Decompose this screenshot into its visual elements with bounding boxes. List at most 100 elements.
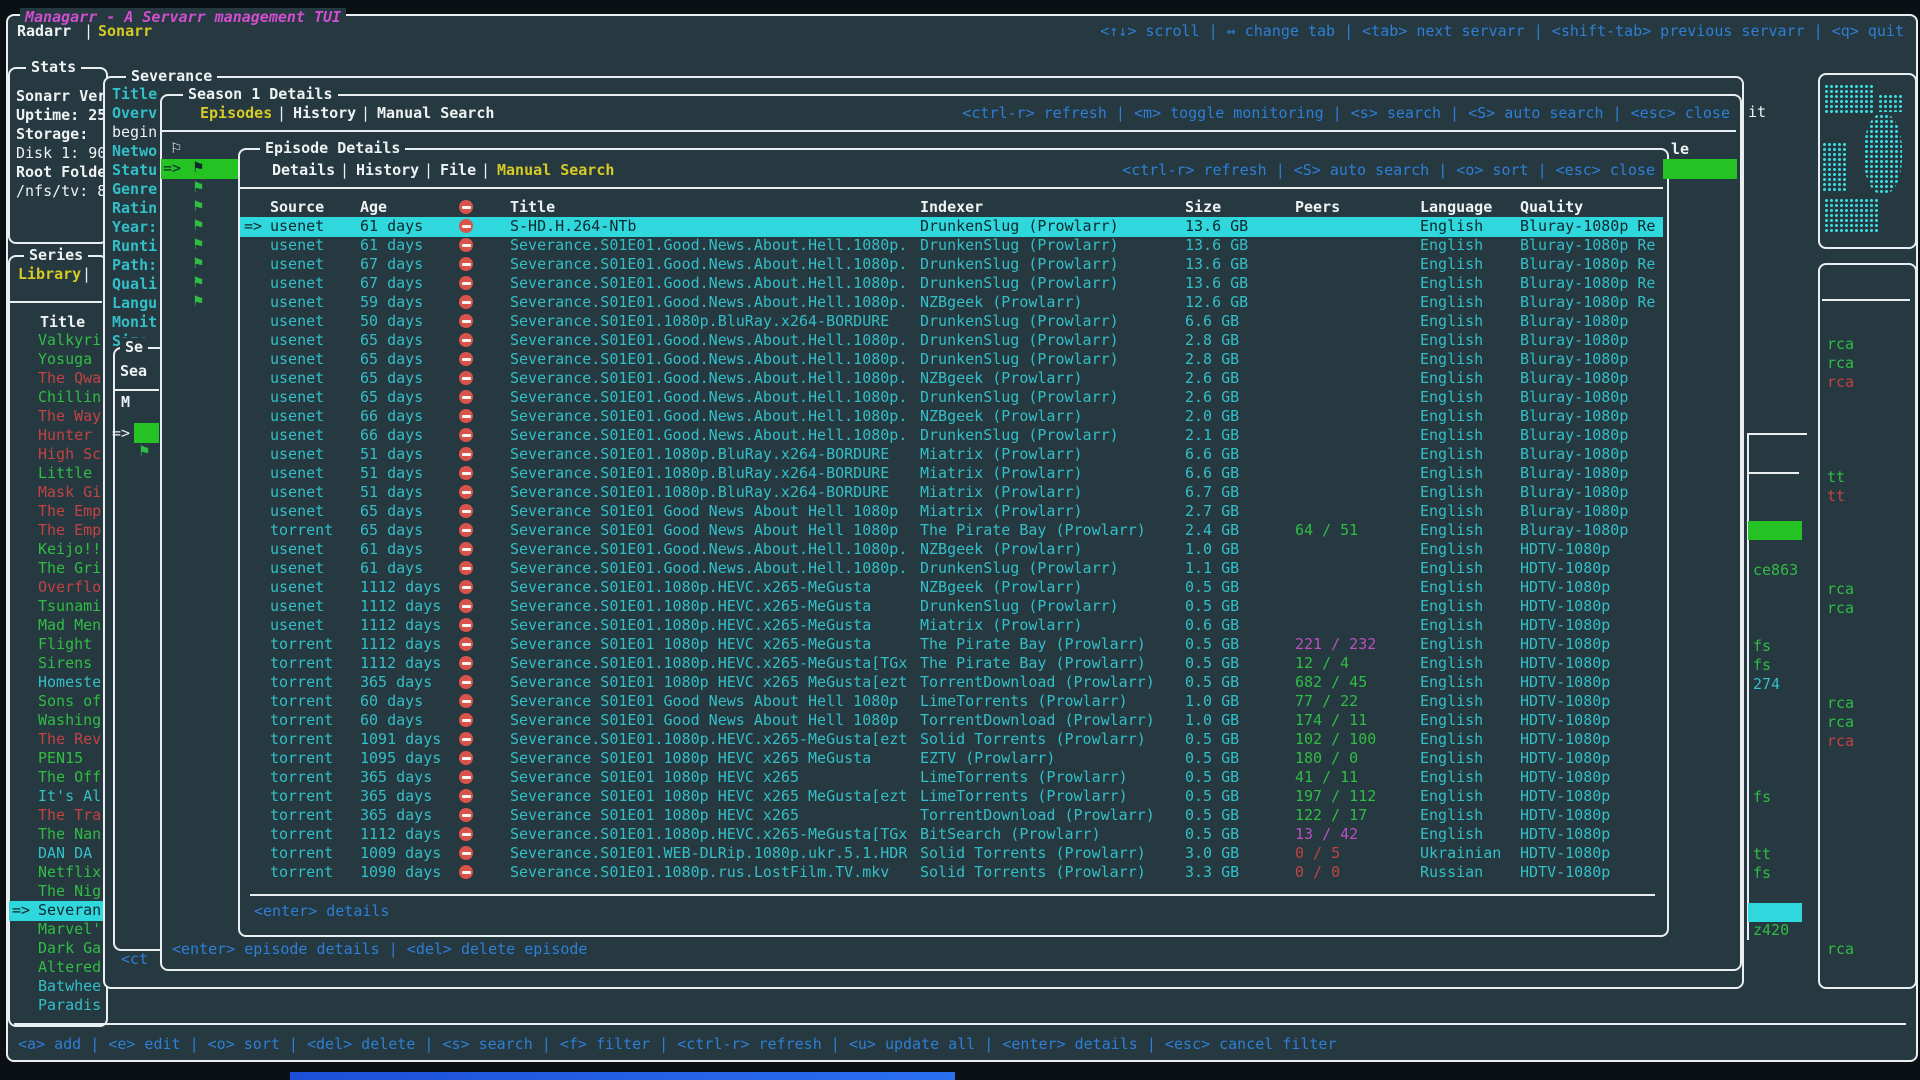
series-item[interactable]: Washing [9,711,103,731]
search-result-row[interactable]: torrent65 daysSeverance S01E01 Good News… [240,521,1663,541]
search-result-row[interactable]: usenet65 daysSeverance S01E01 Good News … [240,502,1663,522]
series-item[interactable]: Little [9,464,103,484]
series-item[interactable]: Tsunami [9,597,103,617]
series-item[interactable]: The Nig [9,882,103,902]
season-tab-history[interactable]: History [293,104,356,123]
series-item[interactable]: Sirens [9,654,103,674]
peers-cell: 221 / 232 [1295,635,1376,654]
series-item[interactable]: Paradis [9,996,103,1016]
series-item[interactable]: Mask Gi [9,483,103,503]
series-item[interactable]: DAN DA [9,844,103,864]
series-item[interactable]: The Tra [9,806,103,826]
series-item[interactable]: The Nan [9,825,103,845]
search-result-row[interactable]: torrent60 daysSeverance S01E01 Good News… [240,692,1663,712]
search-result-row[interactable]: torrent60 daysSeverance S01E01 Good News… [240,711,1663,731]
episode-row[interactable]: ⚑ [161,274,238,293]
episode-tab-details[interactable]: Details [272,161,335,180]
episode-tab-manual-search[interactable]: Manual Search [497,161,614,180]
search-result-row[interactable]: usenet66 daysSeverance.S01E01.Good.News.… [240,407,1663,427]
search-result-row[interactable]: usenet67 daysSeverance.S01E01.Good.News.… [240,274,1663,294]
episode-row[interactable]: ⚑ [161,217,238,236]
series-item[interactable]: Overflo [9,578,103,598]
series-item[interactable]: The Rev [9,730,103,750]
search-result-row[interactable]: usenet65 daysSeverance.S01E01.Good.News.… [240,388,1663,408]
quality-cell: Bluray-1080p [1520,464,1628,483]
series-item[interactable]: Sons of [9,692,103,712]
episode-tab-file[interactable]: File [440,161,476,180]
search-result-row[interactable]: torrent365 daysSeverance S01E01 1080p HE… [240,787,1663,807]
search-result-row[interactable]: usenet61 daysSeverance.S01E01.Good.News.… [240,236,1663,256]
season-tab-episodes[interactable]: Episodes [200,104,272,123]
series-item[interactable]: Keijo!! [9,540,103,560]
age-cell: 61 days [360,217,423,236]
indexer-cell: Miatrix (Prowlarr) [920,445,1083,464]
tab-library[interactable]: Library [18,265,81,284]
search-result-row[interactable]: torrent1091 daysSeverance.S01E01.1080p.H… [240,730,1663,750]
search-result-row[interactable]: usenet61 daysSeverance.S01E01.Good.News.… [240,540,1663,560]
search-result-row[interactable]: torrent1112 daysSeverance S01E01 1080p H… [240,635,1663,655]
series-item[interactable]: Mad Men [9,616,103,636]
series-item[interactable]: =>Severan [9,901,103,921]
search-result-row[interactable]: usenet59 daysSeverance.S01E01.Good.News.… [240,293,1663,313]
search-result-row[interactable]: usenet65 daysSeverance.S01E01.Good.News.… [240,350,1663,370]
search-result-row[interactable]: usenet51 daysSeverance.S01E01.1080p.BluR… [240,464,1663,484]
series-item[interactable]: The Qwa [9,369,103,389]
age-cell: 60 days [360,711,423,730]
search-result-row[interactable]: torrent1090 daysSeverance.S01E01.1080p.r… [240,863,1663,883]
search-result-row[interactable]: usenet51 daysSeverance.S01E01.1080p.BluR… [240,445,1663,465]
search-result-row[interactable]: torrent1009 daysSeverance.S01E01.WEB-DLR… [240,844,1663,864]
series-item[interactable]: High Sc [9,445,103,465]
series-item[interactable]: Yosuga [9,350,103,370]
source-cell: usenet [270,388,324,407]
series-item[interactable]: Dark Ga [9,939,103,959]
rejection-icon [459,694,473,708]
series-item[interactable]: The Way [9,407,103,427]
search-result-row[interactable]: usenet66 daysSeverance.S01E01.Good.News.… [240,426,1663,446]
series-item[interactable]: The Emp [9,502,103,522]
episode-row[interactable]: ⚑ [161,293,238,312]
search-result-row[interactable]: usenet65 daysSeverance.S01E01.Good.News.… [240,331,1663,351]
series-item[interactable]: Netflix [9,863,103,883]
series-item[interactable]: PEN15 [9,749,103,769]
search-result-row[interactable]: torrent365 daysSeverance S01E01 1080p HE… [240,806,1663,826]
series-item[interactable]: Hunter [9,426,103,446]
series-item[interactable]: The Off [9,768,103,788]
tab-sonarr[interactable]: Sonarr [98,22,152,41]
search-result-row[interactable]: =>usenet61 daysS-HD.H.264-NTbDrunkenSlug… [240,217,1663,237]
language-cell: English [1420,426,1483,445]
search-result-row[interactable]: usenet61 daysSeverance.S01E01.Good.News.… [240,559,1663,579]
series-item[interactable]: Homeste [9,673,103,693]
search-result-row[interactable]: torrent1112 daysSeverance.S01E01.1080p.H… [240,825,1663,845]
series-item[interactable]: Chillin [9,388,103,408]
search-result-row[interactable]: usenet1112 daysSeverance.S01E01.1080p.HE… [240,597,1663,617]
series-field-label: begin [112,123,157,142]
series-item[interactable]: Altered [9,958,103,978]
search-result-row[interactable]: torrent1112 daysSeverance.S01E01.1080p.H… [240,654,1663,674]
series-title-text: Mask Gi [38,483,101,502]
episode-row[interactable]: ⚑ [161,198,238,217]
episode-row[interactable]: ⚑ [161,236,238,255]
search-result-row[interactable]: torrent1095 daysSeverance S01E01 1080p H… [240,749,1663,769]
series-item[interactable]: Valkyri [9,331,103,351]
search-result-row[interactable]: usenet67 daysSeverance.S01E01.Good.News.… [240,255,1663,275]
series-item[interactable]: The Emp [9,521,103,541]
episode-tab-history[interactable]: History [356,161,419,180]
tab-radarr[interactable]: Radarr [17,22,71,41]
episode-row[interactable]: =>⚑ [161,159,238,179]
series-item[interactable]: Batwhee [9,977,103,997]
season-tab-manual-search[interactable]: Manual Search [377,104,494,123]
search-result-row[interactable]: torrent365 daysSeverance S01E01 1080p HE… [240,673,1663,693]
episode-row[interactable]: ⚑ [161,255,238,274]
search-result-row[interactable]: usenet65 daysSeverance.S01E01.Good.News.… [240,369,1663,389]
search-result-row[interactable]: torrent365 daysSeverance S01E01 1080p HE… [240,768,1663,788]
series-item[interactable]: The Gri [9,559,103,579]
search-result-row[interactable]: usenet51 daysSeverance.S01E01.1080p.BluR… [240,483,1663,503]
series-item[interactable]: Flight [9,635,103,655]
search-result-row[interactable]: usenet1112 daysSeverance.S01E01.1080p.HE… [240,578,1663,598]
series-item[interactable]: Marvel' [9,920,103,940]
search-result-row[interactable]: usenet50 daysSeverance.S01E01.1080p.BluR… [240,312,1663,332]
seasons-panel-title: Se [120,338,148,357]
search-result-row[interactable]: usenet1112 daysSeverance.S01E01.1080p.HE… [240,616,1663,636]
series-item[interactable]: It's Al [9,787,103,807]
episode-row[interactable]: ⚑ [161,179,238,198]
